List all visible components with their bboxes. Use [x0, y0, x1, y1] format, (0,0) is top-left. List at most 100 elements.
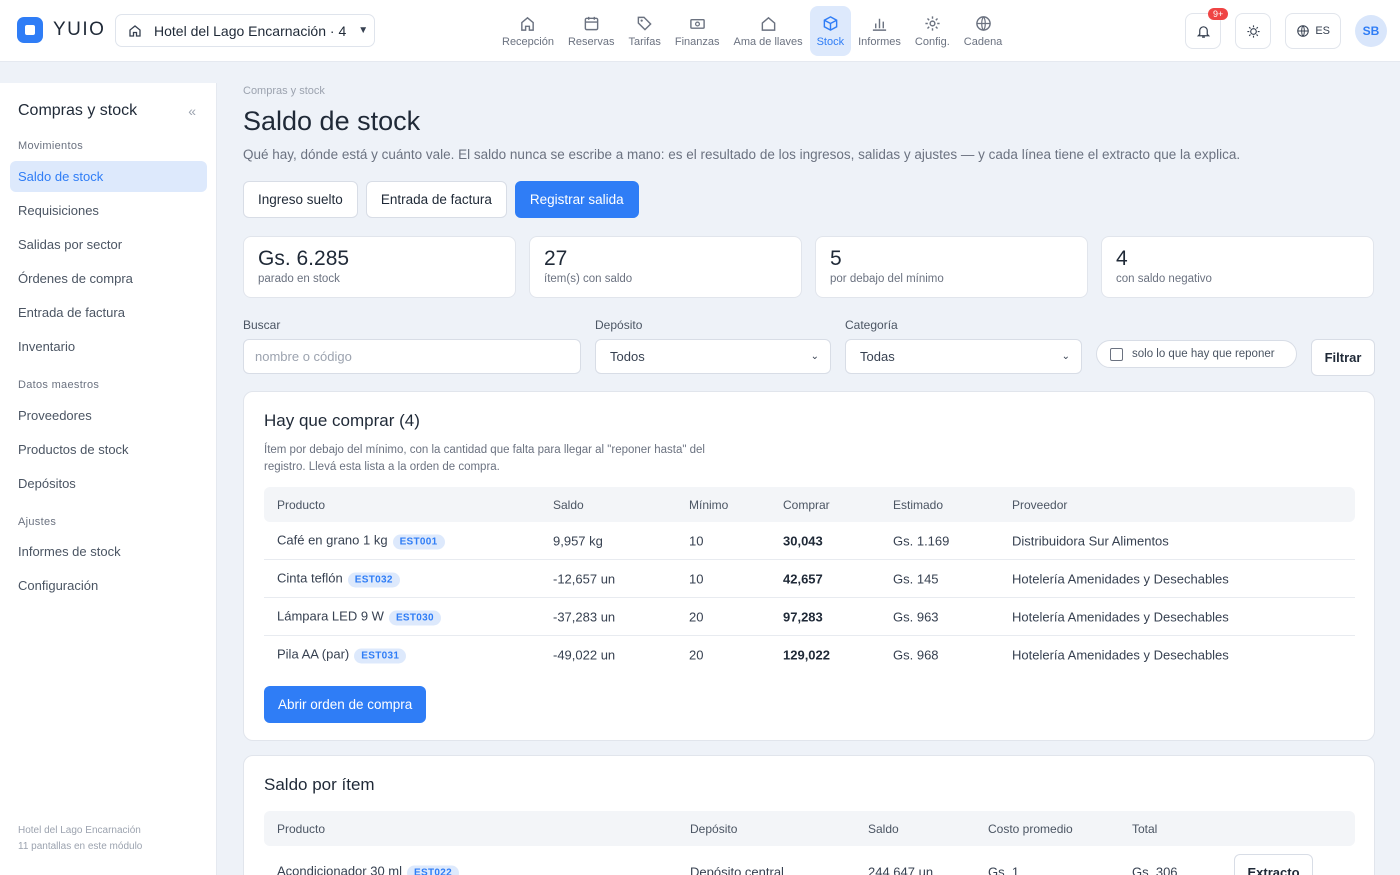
user-avatar[interactable]: SB [1355, 15, 1387, 47]
top-right-controls: 9+ ES SB [1185, 8, 1387, 49]
deposit-select[interactable]: Todos ⌄ [595, 339, 831, 374]
stat-card-below-minimum: 5 por debajo del mínimo [815, 236, 1088, 298]
nav-label: Recepción [502, 36, 554, 48]
breadcrumb[interactable]: Compras y stock [243, 85, 325, 97]
sidebar-item-depositos[interactable]: Depósitos [10, 468, 207, 499]
chevron-down-icon: ⌄ [1061, 351, 1070, 362]
nav-config[interactable]: Config. [908, 6, 957, 56]
stat-label: con saldo negativo [1116, 273, 1212, 285]
nav-ama-de-llaves[interactable]: Ama de llaves [727, 6, 810, 56]
sidebar-item-configuracion[interactable]: Configuración [10, 570, 207, 601]
balance-table: Producto Depósito Saldo Costo promedio T… [264, 811, 1355, 875]
nav-label: Finanzas [674, 36, 720, 48]
nav-label: Ama de llaves [733, 36, 803, 48]
notification-badge: 9+ [1208, 8, 1229, 20]
sidebar-item-productos-de-stock[interactable]: Productos de stock [10, 434, 207, 465]
footer-screen-count: 11 pantallas en este módulo [18, 841, 143, 852]
table-row[interactable]: Cinta teflón EST032 -12,657 un 10 42,657 … [264, 560, 1355, 598]
sidebar-item-inventario[interactable]: Inventario [10, 331, 207, 362]
col-deposito: Depósito [690, 821, 738, 836]
theme-toggle-button[interactable] [1235, 13, 1272, 49]
sidebar-title: Compras y stock [18, 102, 138, 119]
col-saldo: Saldo [553, 497, 584, 512]
reorder-only-toggle[interactable]: solo lo que hay que reponer [1096, 340, 1297, 368]
sidebar-item-salidas-por-sector[interactable]: Salidas por sector [10, 229, 207, 260]
nav-recepcion[interactable]: Recepción [495, 6, 561, 56]
table-row[interactable]: Pila AA (par) EST031 -49,022 un 20 129,02… [264, 636, 1355, 674]
bell-icon [1196, 25, 1210, 38]
buy-table: Producto Saldo Mínimo Comprar Estimado P… [264, 487, 1355, 674]
nav-stock[interactable]: Stock [809, 6, 852, 56]
table-row[interactable]: Acondicionador 30 ml EST022 Depósito cent… [264, 846, 1355, 875]
stat-label: parado en stock [258, 273, 340, 285]
table-row[interactable]: Café en grano 1 kg EST001 9,957 kg 10 30,… [264, 522, 1355, 560]
buy-qty-cell: 30,043 [783, 533, 823, 548]
balance-cell: -12,657 un [553, 571, 616, 586]
sidebar-group-datos-maestros: Datos maestros [18, 379, 100, 391]
estimate-cell: Gs. 1.169 [893, 533, 950, 548]
sun-icon [1247, 24, 1260, 38]
search-label: Buscar [243, 318, 281, 332]
entrada-de-factura-button[interactable]: Entrada de factura [365, 181, 507, 218]
sidebar-item-proveedores[interactable]: Proveedores [10, 400, 207, 431]
page-subtitle: Qué hay, dónde está y cuánto vale. El sa… [243, 147, 1241, 162]
product-cell: Café en grano 1 kg EST001 [277, 532, 445, 549]
table-row[interactable]: Lámpara LED 9 W EST030 -37,283 un 20 97,2… [264, 598, 1355, 636]
page-title: Saldo de stock [243, 106, 421, 136]
product-cell: Acondicionador 30 ml EST022 [277, 864, 459, 875]
open-purchase-order-button[interactable]: Abrir orden de compra [264, 686, 427, 723]
product-name: Café en grano 1 kg [277, 532, 388, 547]
minimum-cell: 10 [689, 533, 704, 548]
search-input[interactable]: nombre o código [243, 339, 581, 374]
product-code-badge: EST001 [392, 534, 445, 549]
sidebar-item-ordenes-de-compra[interactable]: Órdenes de compra [10, 263, 207, 294]
nav-cadena[interactable]: Cadena [957, 6, 1010, 56]
minimum-cell: 10 [689, 571, 704, 586]
sidebar: Compras y stock « Movimientos Saldo de s… [0, 83, 217, 875]
app-logo[interactable]: YUIO [17, 17, 105, 43]
product-code-badge: EST022 [407, 865, 459, 875]
nav-informes[interactable]: Informes [851, 6, 908, 56]
nav-reservas[interactable]: Reservas [561, 6, 621, 56]
product-code-badge: EST030 [388, 610, 441, 625]
notifications-button[interactable]: 9+ [1185, 8, 1229, 49]
minimum-cell: 20 [689, 647, 704, 663]
sidebar-item-requisiciones[interactable]: Requisiciones [10, 195, 207, 226]
collapse-sidebar-button[interactable]: « [188, 103, 196, 119]
top-bar: YUIO Hotel del Lago Encarnación · 4 ▼ Re… [0, 0, 1400, 62]
product-cell: Pila AA (par) EST031 [277, 647, 407, 664]
sidebar-item-saldo-de-stock[interactable]: Saldo de stock [10, 161, 207, 192]
language-selector[interactable]: ES [1285, 13, 1341, 49]
ingreso-suelto-button[interactable]: Ingreso suelto [243, 181, 358, 218]
balance-cell: -49,022 un [553, 647, 616, 663]
balance-card: Saldo por ítem Producto Depósito Saldo C… [243, 755, 1375, 875]
total-cell: Gs. 306 [1132, 864, 1178, 875]
category-select[interactable]: Todas ⌄ [845, 339, 1082, 374]
tag-icon [636, 14, 654, 32]
nav-finanzas[interactable]: Finanzas [668, 6, 727, 56]
col-producto: Producto [277, 497, 326, 512]
category-label: Categoría [845, 318, 898, 332]
chevron-down-icon: ▼ [358, 25, 369, 36]
extracto-button[interactable]: Extracto [1234, 854, 1313, 875]
cash-icon [688, 14, 706, 32]
deposit-cell: Depósito central [690, 864, 784, 875]
deposit-label: Depósito [595, 318, 643, 332]
filter-button[interactable]: Filtrar [1311, 339, 1375, 376]
sidebar-item-entrada-de-factura[interactable]: Entrada de factura [10, 297, 207, 328]
nav-label: Stock [816, 36, 845, 48]
reorder-only-checkbox[interactable] [1110, 347, 1123, 361]
sidebar-item-informes-de-stock[interactable]: Informes de stock [10, 536, 207, 567]
col-producto: Producto [277, 821, 326, 836]
sidebar-group-ajustes: Ajustes [18, 516, 57, 528]
buy-qty-cell: 97,283 [783, 609, 823, 624]
stat-value: 5 [830, 247, 842, 270]
nav-tarifas[interactable]: Tarifas [621, 6, 667, 56]
stat-value: 4 [1116, 247, 1128, 270]
product-cell: Cinta teflón EST032 [277, 570, 400, 587]
footer-hotel-name: Hotel del Lago Encarnación [18, 825, 141, 836]
registrar-salida-button[interactable]: Registrar salida [514, 181, 639, 218]
stat-value: 27 [544, 247, 568, 270]
hotel-selector[interactable]: Hotel del Lago Encarnación · 4 ▼ [115, 14, 375, 47]
chevron-down-icon: ⌄ [810, 351, 819, 362]
